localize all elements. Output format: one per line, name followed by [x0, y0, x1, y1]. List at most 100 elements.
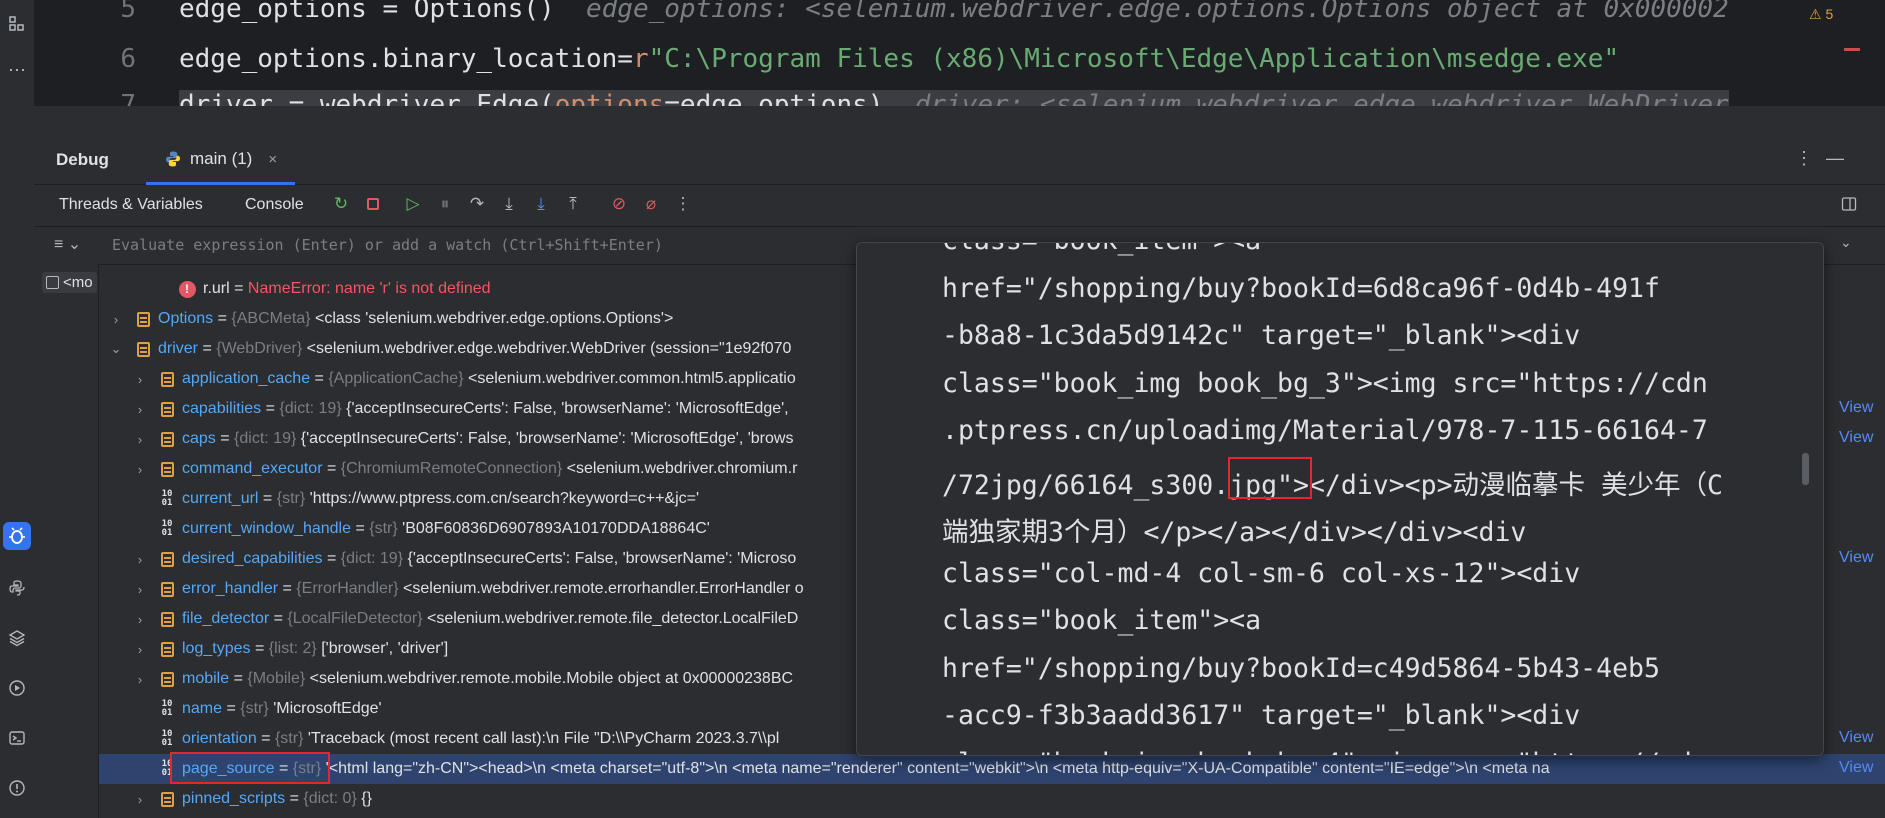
close-tab-icon[interactable]: ×: [268, 151, 277, 168]
mute-breakpoints-icon[interactable]: ⌀: [640, 193, 662, 215]
structure-icon[interactable]: [3, 10, 31, 38]
code-text: edge_options.binary_location=: [179, 44, 633, 74]
expanded-chevron-icon[interactable]: ⌄: [108, 341, 124, 357]
variable-value: 'Traceback (most recent call last):\n Fi…: [307, 730, 780, 747]
expand-chevron-icon[interactable]: ›: [132, 372, 148, 387]
session-tab-main[interactable]: main (1) ×: [146, 136, 296, 185]
variable-value: {'acceptInsecureCerts': False, 'browserN…: [346, 400, 789, 417]
session-tab-label: main (1): [190, 149, 253, 168]
error-stripe-marker[interactable]: [1844, 48, 1860, 51]
variable-text: orientation = {str} 'Traceback (most rec…: [182, 730, 780, 747]
view-link[interactable]: View: [1839, 549, 1873, 567]
view-link[interactable]: View: [1839, 759, 1873, 777]
chevron-down-icon[interactable]: ⌄: [1840, 234, 1852, 251]
variable-type: {dict: 0}: [303, 790, 357, 807]
variable-name: pinned_scripts: [182, 790, 286, 807]
variable-name: mobile: [182, 670, 230, 687]
variable-row[interactable]: 10 01 page_source = {str} '<html lang="zh-…: [99, 754, 1885, 784]
rerun-icon[interactable]: ↻: [330, 193, 352, 215]
step-over-icon[interactable]: ↷: [466, 193, 488, 215]
expand-chevron-icon[interactable]: ›: [132, 582, 148, 597]
terminal-icon[interactable]: [3, 724, 31, 752]
layout-settings-icon[interactable]: [1838, 193, 1860, 215]
variable-name: current_url: [182, 490, 259, 507]
view-breakpoints-icon[interactable]: ⊘: [608, 193, 630, 215]
more-options-icon[interactable]: ⋮: [1795, 148, 1813, 169]
inspection-warning-icon[interactable]: ⚠ 5: [1809, 6, 1833, 23]
tab-console[interactable]: Console: [245, 196, 304, 214]
popup-line: 端独家期3个月）</p></a></div></div><div: [942, 517, 1527, 548]
variable-type: {ErrorHandler}: [296, 580, 399, 597]
expand-chevron-icon[interactable]: ›: [132, 672, 148, 687]
field-icon: [158, 550, 176, 568]
variable-type: {str}: [240, 700, 269, 717]
services-icon[interactable]: [3, 674, 31, 702]
variable-value: '<html lang="zh-CN"><head>\n <meta chars…: [325, 760, 1550, 777]
field-icon: [134, 340, 152, 358]
debug-toolbar: Threads & Variables Console ↻ ▷ ⏸ ↷ ⤓ ⤓ …: [34, 184, 1885, 227]
variable-text: current_url = {str} 'https://www.ptpress…: [182, 490, 700, 507]
variable-name: name: [182, 700, 223, 717]
minimize-icon[interactable]: —: [1826, 148, 1844, 169]
step-into-my-code-icon[interactable]: ⤓: [530, 193, 552, 215]
resume-icon[interactable]: ▷: [402, 193, 424, 215]
code-line-current[interactable]: driver = webdriver.Edge(options=edge_opt…: [179, 90, 1729, 106]
variable-value: <selenium.webdriver.edge.webdriver.WebDr…: [306, 340, 792, 357]
field-icon: [158, 790, 176, 808]
value-popup[interactable]: class="book_item"><a href="/shopping/buy?…: [856, 242, 1824, 756]
variable-row[interactable]: › pinned_scripts = {dict: 0} {}: [99, 784, 1885, 814]
expand-chevron-icon[interactable]: ›: [132, 432, 148, 447]
variable-text: driver = {WebDriver} <selenium.webdriver…: [158, 340, 792, 357]
expand-chevron-icon[interactable]: ›: [132, 612, 148, 627]
variable-type: {WebDriver}: [216, 340, 303, 357]
variable-type: {str}: [274, 730, 304, 747]
variable-text: name = {str} 'MicrosoftEdge': [182, 700, 382, 717]
frame-item[interactable]: <mo: [42, 272, 97, 293]
problems-icon[interactable]: [3, 774, 31, 802]
expand-chevron-icon[interactable]: ›: [108, 312, 124, 327]
error-message: NameError: name 'r' is not defined: [247, 280, 491, 297]
view-link[interactable]: View: [1839, 729, 1873, 747]
code-text: edge_options = Options(): [179, 0, 555, 24]
python-console-icon[interactable]: [3, 574, 31, 602]
expand-chevron-icon[interactable]: ›: [132, 402, 148, 417]
expand-chevron-icon[interactable]: ›: [132, 462, 148, 477]
step-into-icon[interactable]: ⤓: [498, 193, 520, 215]
equals-sign: =: [229, 280, 248, 297]
tab-threads-variables[interactable]: Threads & Variables: [59, 196, 203, 214]
expand-chevron-icon[interactable]: ›: [132, 642, 148, 657]
view-link[interactable]: View: [1839, 429, 1873, 447]
step-out-icon[interactable]: ⤒: [562, 193, 584, 215]
variable-type: {dict: 19}: [279, 400, 342, 417]
editor-scroll-area: [34, 106, 1885, 136]
layers-icon[interactable]: [3, 624, 31, 652]
popup-scrollbar[interactable]: [1802, 453, 1809, 485]
more-actions-icon[interactable]: ⋮: [672, 193, 694, 215]
code-line[interactable]: edge_options = Options() edge_options: <…: [179, 0, 1729, 24]
primitive-icon: 10 01: [161, 699, 173, 718]
code-line[interactable]: edge_options.binary_location=r"C:\Progra…: [179, 44, 1619, 74]
variable-value: ['browser', 'driver']: [321, 640, 449, 657]
primitive-icon: 10 01: [161, 729, 173, 748]
variable-type: {LocalFileDetector}: [287, 610, 423, 627]
list-menu-icon[interactable]: ≡ ⌄: [54, 234, 81, 254]
pause-icon[interactable]: ⏸: [434, 193, 456, 215]
popup-line: class="book_item"><a: [942, 243, 1261, 256]
field-icon: [158, 400, 176, 418]
popup-line: class="book_item"><a: [942, 605, 1262, 636]
variable-text: r.url = NameError: name 'r' is not defin…: [203, 280, 491, 298]
debug-icon[interactable]: [3, 522, 31, 550]
popup-line: class="book_img book_bg_4"><img src="htt…: [942, 748, 1708, 756]
popup-line: class="book_img book_bg_3"><img src="htt…: [942, 367, 1708, 399]
inspection-count: 5: [1825, 6, 1834, 22]
variable-value: 'https://www.ptpress.com.cn/search?keywo…: [309, 490, 700, 507]
stop-icon[interactable]: [362, 193, 384, 215]
expand-chevron-icon[interactable]: ›: [132, 552, 148, 567]
code-editor[interactable]: 5 6 7 edge_options = Options() edge_opti…: [34, 0, 1885, 106]
more-tools-icon[interactable]: ⋯: [3, 56, 31, 84]
variable-type: {dict: 19}: [340, 550, 404, 567]
expand-chevron-icon[interactable]: ›: [132, 792, 148, 807]
view-link[interactable]: View: [1839, 399, 1873, 417]
variable-type: {str}: [369, 520, 398, 537]
variable-type: {dict: 19}: [234, 430, 297, 447]
